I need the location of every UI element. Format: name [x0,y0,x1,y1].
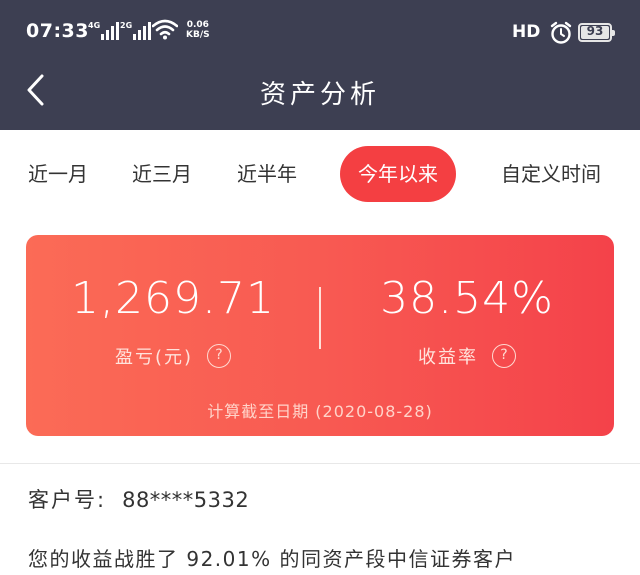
profit-label-row: 盈亏(元) ? [26,343,320,369]
signal-bars-icon [101,22,121,40]
calculation-date: 计算截至日期 (2020-08-28) [207,402,433,421]
status-time: 07:33 [26,20,89,42]
return-rate-value: 38.54% [380,273,554,324]
customer-number-label: 客户号: [28,488,107,512]
period-tabs: 近一月 近三月 近半年 今年以来 自定义时间 [0,146,640,202]
app-header: 07:33 4G 2G 0.06 KB/S HD 93 资产分析 [0,0,640,130]
help-icon[interactable]: ? [207,344,232,368]
return-label-row: 收益率 ? [320,343,614,369]
tab-last-half-year[interactable]: 近半年 [237,146,297,202]
battery-nub [612,30,615,36]
signal-2g-indicator: 2G [120,22,153,40]
return-ranking-text: 您的收益战胜了 92.01% 的同资产段中信证券客户 [28,547,516,571]
page-title: 资产分析 [259,80,380,110]
wifi-icon [152,19,178,40]
customer-number-value: 88****5332 [122,488,250,512]
signal-4g-indicator: 4G [88,22,121,40]
network-speed-value: 0.06 [186,20,209,30]
help-icon[interactable]: ? [492,344,516,368]
tab-last-three-months[interactable]: 近三月 [132,146,192,202]
signal-bars-icon [133,22,153,40]
hd-voice-indicator: HD [512,22,541,42]
asset-summary-card: 1,269.71 盈亏(元) ? 38.54% 收益率 ? 计算截至日期 (20… [26,235,614,436]
tab-year-to-date[interactable]: 今年以来 [340,146,456,202]
battery-level: 93 [586,24,604,38]
net-type-label: 2G [120,21,133,30]
network-speed-unit: KB/S [186,30,210,40]
tab-custom-time[interactable]: 自定义时间 [501,146,601,202]
network-speed: 0.06 KB/S [186,20,210,40]
tab-last-month[interactable]: 近一月 [28,146,88,202]
battery-indicator: 93 [578,23,615,42]
status-bar: 07:33 4G 2G 0.06 KB/S HD 93 [0,0,640,62]
section-divider [0,463,640,464]
return-rate-label: 收益率 [418,347,478,368]
profit-label: 盈亏(元) [114,347,194,368]
profit-value: 1,269.71 [71,273,275,324]
alarm-icon [550,21,572,44]
net-type-label: 4G [88,21,101,30]
customer-number-row: 客户号: 88****5332 [28,484,249,514]
